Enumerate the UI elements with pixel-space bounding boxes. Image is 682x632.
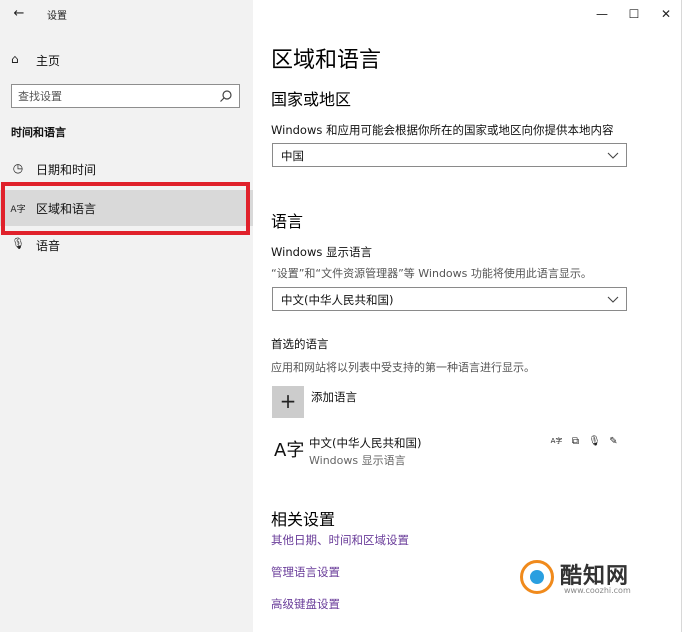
section-heading: 时间和语言 [11,126,66,139]
maximize-button[interactable]: ☐ [618,0,650,28]
link-additional-date-time-region[interactable]: 其他日期、时间和区域设置 [271,532,409,548]
language-subtitle: Windows 显示语言 [309,454,406,467]
preferred-languages-description: 应用和网站将以列表中受支持的第一种语言进行显示。 [271,361,535,374]
sidebar-item-label: 日期和时间 [36,163,97,177]
chevron-down-icon [607,152,619,159]
display-language-value: 中文(中华人民共和国) [281,293,394,307]
language-heading: 语言 [271,212,304,231]
country-dropdown-value: 中国 [281,149,304,163]
display-language-feature-icon: A字 [550,437,563,445]
search-box [11,84,240,108]
search-input[interactable] [18,88,213,104]
close-icon: ✕ [660,7,672,21]
sidebar-item-label: 主页 [36,54,61,68]
sidebar-item-date-time[interactable]: ◷ 日期和时间 [0,151,253,187]
clock-icon: ◷ [12,161,24,175]
chevron-down-icon [607,296,619,303]
country-heading: 国家或地区 [271,90,352,109]
window-controls: — ☐ ✕ [586,0,682,28]
minimize-button[interactable]: — [586,0,618,28]
watermark-url: www.coozhi.com [564,586,631,595]
sidebar-item-label: 区域和语言 [36,202,97,216]
country-dropdown[interactable]: 中国 [272,143,627,167]
home-icon: ⌂ [11,52,19,66]
titlebar-left: ← 设置 [0,0,253,30]
back-arrow-icon: ← [13,6,25,21]
text-to-speech-feature-icon: ⧉ [571,436,580,447]
minimize-icon: — [596,7,608,21]
microphone-icon: 🎙 [11,237,25,250]
country-description: Windows 和应用可能会根据你所在的国家或地区向你提供本地内容 [271,123,614,137]
speech-recognition-feature-icon: 🎙 [588,436,601,447]
page-title: 区域和语言 [271,48,382,73]
language-icon: A字 [10,205,26,215]
add-language-label[interactable]: 添加语言 [311,389,357,405]
link-advanced-keyboard-settings[interactable]: 高级键盘设置 [271,596,340,612]
language-name: 中文(中华人民共和国) [309,436,422,450]
related-settings-heading: 相关设置 [271,510,336,529]
plus-icon: + [279,389,297,413]
display-language-dropdown[interactable]: 中文(中华人民共和国) [272,287,627,311]
settings-window: ← 设置 ⌂ 主页 时间和语言 ◷ 日期和时间 A字 区域和语言 🎙 [0,0,682,632]
watermark: 酷知网 www.coozhi.com [520,556,670,602]
sidebar-item-speech[interactable]: 🎙 语音 [0,227,253,263]
sidebar-item-region-language[interactable]: A字 区域和语言 [0,190,253,226]
sidebar: ← 设置 ⌂ 主页 时间和语言 ◷ 日期和时间 A字 区域和语言 🎙 [0,0,253,632]
sidebar-item-label: 语音 [36,239,61,253]
link-manage-language-settings[interactable]: 管理语言设置 [271,564,340,580]
handwriting-feature-icon: ✎ [609,436,618,447]
display-language-description: “设置”和“文件资源管理器”等 Windows 功能将使用此语言显示。 [271,267,592,280]
app-title: 设置 [47,11,67,22]
back-button[interactable]: ← [8,4,30,24]
language-icon: A字 [274,440,305,461]
close-button[interactable]: ✕ [650,0,682,28]
watermark-logo-icon [520,560,554,594]
maximize-icon: ☐ [628,7,640,21]
search-icon[interactable] [219,89,233,103]
preferred-languages-label: 首选的语言 [271,337,329,351]
add-language-button[interactable]: + [272,386,304,418]
sidebar-item-home[interactable]: ⌂ 主页 [0,46,253,74]
language-list-item[interactable]: A字 中文(中华人民共和国) Windows 显示语言 A字 ⧉ 🎙 ✎ [271,430,626,470]
language-features: A字 ⧉ 🎙 ✎ [550,435,620,448]
display-language-label: Windows 显示语言 [271,245,372,259]
